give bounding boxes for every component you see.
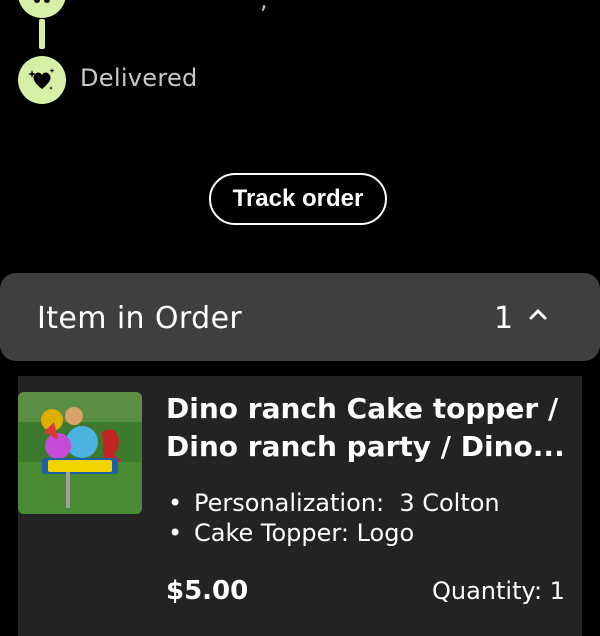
items-section-title: Item in Order [37,301,243,336]
heart-sparkle-icon [28,68,55,90]
item-title-line-1: Dino ranch Cake topper / [166,392,559,425]
item-title-line-2: Dino ranch party / Dino... [166,430,565,463]
item-price: $5.00 [166,576,249,606]
delivered-step-label: Delivered [80,64,198,92]
item-attributes: • Personalization: 3 Colton • Cake Topper:… [168,488,500,548]
attribute-cake-topper: • Cake Topper: Logo [168,519,415,547]
track-order-button[interactable]: Track order [209,173,387,225]
attribute-personalization: • Personalization: 3 Colton [168,489,500,517]
cake-topper-image [18,392,142,514]
item-thumbnail[interactable] [18,392,142,514]
chevron-up-icon[interactable] [526,303,550,327]
delivered-step-icon [18,56,66,104]
items-count: 1 [494,301,514,336]
shipped-step-icon [18,0,66,18]
shipped-step-label: , [260,0,268,14]
timeline-connector [39,19,45,49]
item-title[interactable]: Dino ranch Cake topper / Dino ranch part… [166,390,566,466]
items-in-order-header[interactable]: Item in Order 1 [0,273,600,361]
order-item-card[interactable]: Dino ranch Cake topper / Dino ranch part… [18,376,582,636]
item-quantity: Quantity: 1 [432,577,565,605]
truck-icon [34,0,50,3]
